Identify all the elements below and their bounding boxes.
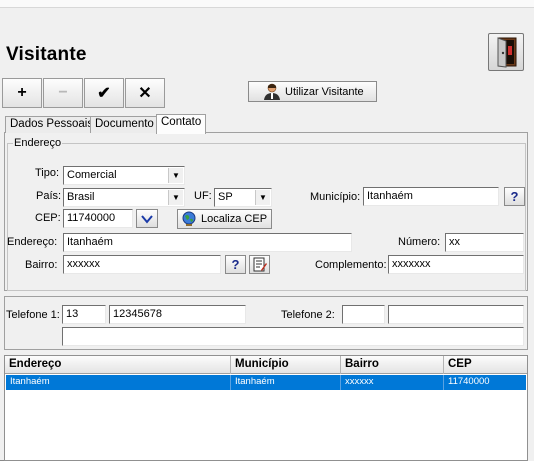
column-header-cep[interactable]: CEP [444,356,527,374]
globe-icon [182,211,196,226]
tab-documento[interactable]: Documento [90,116,159,133]
column-header-bairro[interactable]: Bairro [341,356,444,374]
cell-bairro: xxxxxx [341,375,444,390]
chevron-down-icon: ▼ [168,168,183,183]
visitor-window: Visitante + − ✔ ✕ Utilizar Visitante Dad… [0,0,534,461]
column-header-endereco[interactable]: Endereço [5,356,231,374]
use-visitor-button[interactable]: Utilizar Visitante [248,81,377,102]
complemento-label: Complemento: [315,259,387,271]
telefone1-label: Telefone 1: [6,309,60,321]
chevron-down-icon: ▼ [168,190,183,205]
tipo-value: Comercial [67,169,117,181]
tipo-select[interactable]: Comercial ▼ [63,166,185,185]
tab-contato[interactable]: Contato [156,114,207,134]
top-strip [0,0,534,8]
uf-value: SP [218,191,233,203]
endereco-label: Endereço: [7,236,58,248]
pais-value: Brasil [67,191,95,203]
telefone2-label: Telefone 2: [281,309,335,321]
chevron-down-icon [141,214,153,224]
bairro-label: Bairro: [25,259,58,271]
telefone1-ddd-field[interactable]: 13 [62,305,106,324]
locate-cep-label: Localiza CEP [201,213,268,225]
exit-button[interactable] [488,33,524,71]
remove-button[interactable]: − [43,78,83,108]
cell-endereco: Itanhaém [6,375,231,390]
bairro-help-button[interactable]: ? [225,255,246,274]
column-header-municipio[interactable]: Município [231,356,341,374]
municipio-help-button[interactable]: ? [504,187,525,206]
municipio-label: Município: [310,191,361,203]
numero-label: Número: [398,236,441,248]
uf-select[interactable]: SP ▼ [214,188,272,207]
exit-door-icon [497,37,517,68]
bairro-field[interactable]: xxxxxx [63,255,221,274]
help-icon: ? [510,189,519,204]
cell-municipio: Itanhaém [231,375,341,390]
pais-label: País: [36,190,62,202]
telefone2-ddd-field[interactable] [342,305,385,324]
pais-select[interactable]: Brasil ▼ [63,188,185,207]
municipio-field[interactable]: Itanhaém [363,187,499,206]
telefone1-number-field[interactable]: 12345678 [109,305,246,324]
complemento-field[interactable]: xxxxxxx [388,255,524,274]
window-edge [528,8,534,461]
endereco-field[interactable]: Itanhaém [63,233,352,252]
tab-dados-pessoais[interactable]: Dados Pessoais [5,116,99,133]
cep-dropdown-button[interactable] [136,209,158,228]
help-icon: ? [231,257,240,272]
cep-label: CEP: [35,212,61,224]
chevron-down-icon: ▼ [255,190,270,205]
address-group-title: Endereço [13,137,63,149]
uf-label: UF: [194,190,212,202]
telefone-extra-field[interactable] [62,327,524,346]
grid-header: Endereço Município Bairro CEP [5,356,527,374]
telefone2-number-field[interactable] [388,305,524,324]
confirm-button[interactable]: ✔ [84,78,124,108]
address-grid[interactable]: Endereço Município Bairro CEP Itanhaém I… [4,355,528,461]
cancel-button[interactable]: ✕ [125,78,165,108]
use-visitor-label: Utilizar Visitante [285,85,364,98]
add-button[interactable]: + [2,78,42,108]
form-edit-icon [253,257,267,272]
numero-field[interactable]: xx [445,233,524,252]
cep-field[interactable]: 11740000 [63,209,133,228]
tipo-label: Tipo: [35,167,60,179]
locate-cep-button[interactable]: Localiza CEP [177,209,272,229]
person-icon [264,83,280,100]
cell-cep: 11740000 [448,376,490,387]
table-row[interactable]: Itanhaém Itanhaém xxxxxx 11740000 [6,375,526,390]
page-title: Visitante [6,44,87,65]
bairro-edit-button[interactable] [249,255,270,274]
